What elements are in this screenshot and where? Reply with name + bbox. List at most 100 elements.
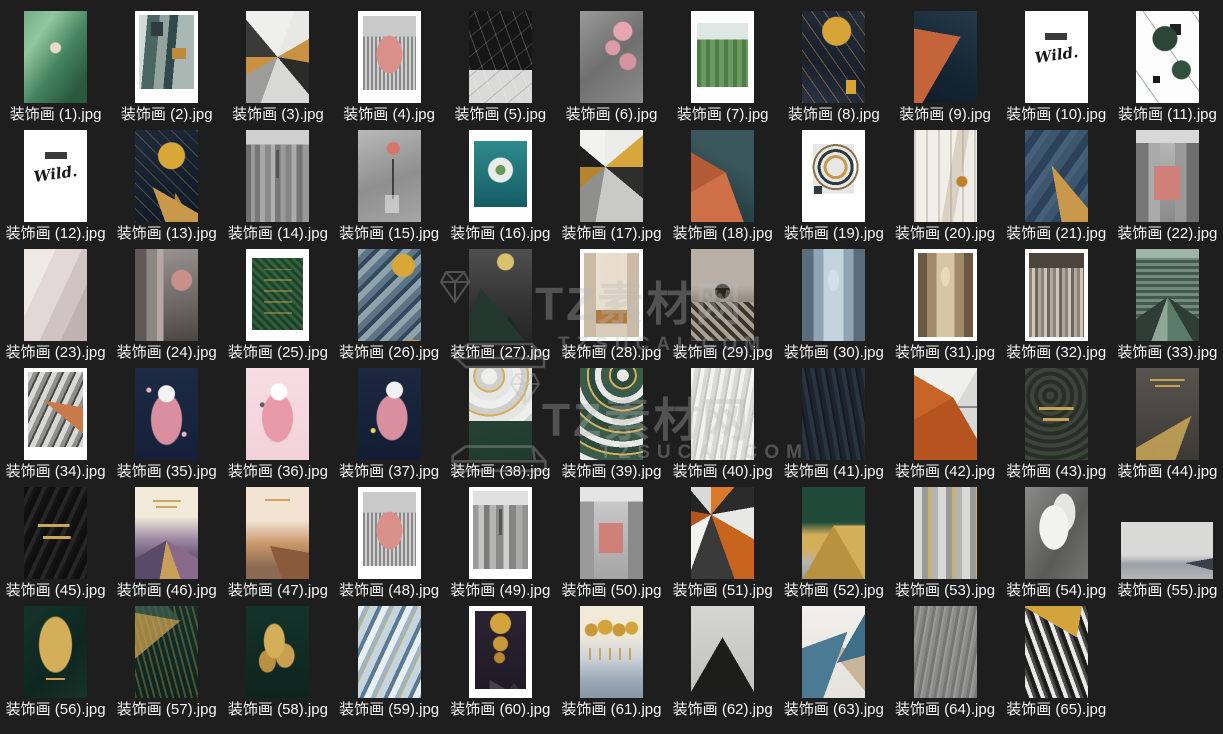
file-item[interactable]: 装饰画 (43).jpg — [1001, 363, 1112, 482]
file-thumbnail[interactable] — [913, 11, 977, 103]
file-thumbnail[interactable] — [24, 11, 88, 103]
file-item[interactable]: 装饰画 (39).jpg — [556, 363, 667, 482]
file-thumbnail[interactable] — [691, 606, 755, 698]
file-thumbnail[interactable] — [135, 130, 199, 222]
file-thumbnail[interactable] — [24, 368, 88, 460]
file-item[interactable]: 装饰画 (29).jpg — [667, 244, 778, 363]
file-thumbnail[interactable] — [468, 249, 532, 341]
file-item[interactable]: 装饰画 (60).jpg — [445, 601, 556, 720]
file-item[interactable]: 装饰画 (51).jpg — [667, 482, 778, 601]
file-item[interactable]: 装饰画 (8).jpg — [778, 6, 889, 125]
file-thumbnail[interactable] — [468, 130, 532, 222]
file-thumbnail[interactable] — [135, 11, 199, 103]
file-item[interactable]: 装饰画 (14).jpg — [222, 125, 333, 244]
file-thumbnail[interactable] — [135, 487, 199, 579]
file-thumbnail[interactable] — [579, 487, 643, 579]
file-item[interactable]: 装饰画 (17).jpg — [556, 125, 667, 244]
file-item[interactable]: 装饰画 (61).jpg — [556, 601, 667, 720]
file-thumbnail[interactable] — [24, 249, 88, 341]
file-item[interactable]: 装饰画 (56).jpg — [0, 601, 111, 720]
file-item[interactable]: 装饰画 (47).jpg — [222, 482, 333, 601]
file-thumbnail[interactable] — [913, 487, 977, 579]
file-item[interactable]: 装饰画 (6).jpg — [556, 6, 667, 125]
file-thumbnail[interactable] — [246, 487, 310, 579]
file-item[interactable]: 装饰画 (46).jpg — [111, 482, 222, 601]
file-item[interactable]: 装饰画 (20).jpg — [889, 125, 1000, 244]
file-thumbnail[interactable] — [24, 487, 88, 579]
file-item[interactable]: 装饰画 (41).jpg — [778, 363, 889, 482]
file-item[interactable]: 装饰画 (37).jpg — [334, 363, 445, 482]
file-thumbnail[interactable] — [357, 487, 421, 579]
file-thumbnail[interactable] — [691, 487, 755, 579]
file-thumbnail[interactable] — [913, 130, 977, 222]
file-item[interactable]: 装饰画 (30).jpg — [778, 244, 889, 363]
file-thumbnail[interactable] — [357, 249, 421, 341]
file-item[interactable]: 装饰画 (9).jpg — [889, 6, 1000, 125]
file-thumbnail[interactable]: Wild. — [1024, 11, 1088, 103]
file-item[interactable]: 装饰画 (28).jpg — [556, 244, 667, 363]
file-thumbnail[interactable] — [1135, 249, 1199, 341]
file-thumbnail[interactable] — [468, 487, 532, 579]
file-thumbnail[interactable] — [579, 11, 643, 103]
file-thumbnail[interactable] — [1135, 11, 1199, 103]
file-item[interactable]: 装饰画 (24).jpg — [111, 244, 222, 363]
file-item[interactable]: 装饰画 (15).jpg — [334, 125, 445, 244]
file-item[interactable]: 装饰画 (55).jpg — [1112, 482, 1223, 601]
file-item[interactable]: 装饰画 (19).jpg — [778, 125, 889, 244]
file-thumbnail[interactable] — [579, 249, 643, 341]
file-item[interactable]: 装饰画 (44).jpg — [1112, 363, 1223, 482]
file-item[interactable]: 装饰画 (53).jpg — [889, 482, 1000, 601]
file-item[interactable]: Wild. 装饰画 (12).jpg — [0, 125, 111, 244]
file-thumbnail[interactable] — [802, 606, 866, 698]
file-item[interactable]: 装饰画 (58).jpg — [222, 601, 333, 720]
file-item[interactable]: 装饰画 (2).jpg — [111, 6, 222, 125]
file-item[interactable]: 装饰画 (32).jpg — [1001, 244, 1112, 363]
file-thumbnail[interactable] — [468, 606, 532, 698]
file-thumbnail[interactable] — [691, 368, 755, 460]
file-item[interactable]: 装饰画 (36).jpg — [222, 363, 333, 482]
file-thumbnail[interactable] — [1024, 487, 1088, 579]
file-thumbnail[interactable] — [1135, 368, 1199, 460]
file-item[interactable]: 装饰画 (31).jpg — [889, 244, 1000, 363]
file-item[interactable]: 装饰画 (64).jpg — [889, 601, 1000, 720]
file-thumbnail[interactable] — [246, 11, 310, 103]
file-item[interactable]: 装饰画 (5).jpg — [445, 6, 556, 125]
file-thumbnail[interactable] — [579, 368, 643, 460]
file-thumbnail[interactable] — [135, 368, 199, 460]
file-item[interactable]: 装饰画 (40).jpg — [667, 363, 778, 482]
file-item[interactable]: 装饰画 (42).jpg — [889, 363, 1000, 482]
file-thumbnail[interactable] — [1121, 522, 1214, 579]
file-item[interactable]: 装饰画 (52).jpg — [778, 482, 889, 601]
file-thumbnail[interactable] — [802, 11, 866, 103]
file-thumbnail[interactable] — [691, 130, 755, 222]
file-item[interactable]: 装饰画 (22).jpg — [1112, 125, 1223, 244]
file-thumbnail[interactable] — [357, 368, 421, 460]
file-thumbnail[interactable] — [913, 606, 977, 698]
file-thumbnail[interactable] — [357, 130, 421, 222]
file-thumbnail[interactable] — [802, 249, 866, 341]
file-thumbnail[interactable] — [1024, 368, 1088, 460]
file-item[interactable]: 装饰画 (27).jpg — [445, 244, 556, 363]
file-thumbnail[interactable] — [1024, 249, 1088, 341]
file-item[interactable]: 装饰画 (26).jpg — [334, 244, 445, 363]
file-thumbnail[interactable] — [913, 249, 977, 341]
file-thumbnail[interactable] — [1024, 606, 1088, 698]
file-item[interactable]: 装饰画 (45).jpg — [0, 482, 111, 601]
file-thumbnail[interactable] — [246, 606, 310, 698]
file-thumbnail[interactable] — [468, 368, 532, 460]
file-item[interactable]: 装饰画 (38).jpg — [445, 363, 556, 482]
file-item[interactable]: 装饰画 (3).jpg — [222, 6, 333, 125]
file-thumbnail[interactable] — [24, 606, 88, 698]
file-item[interactable]: 装饰画 (23).jpg — [0, 244, 111, 363]
file-item[interactable]: 装饰画 (57).jpg — [111, 601, 222, 720]
file-thumbnail[interactable] — [246, 249, 310, 341]
file-thumbnail[interactable] — [246, 130, 310, 222]
file-item[interactable]: 装饰画 (65).jpg — [1001, 601, 1112, 720]
file-item[interactable]: 装饰画 (7).jpg — [667, 6, 778, 125]
file-item[interactable]: 装饰画 (63).jpg — [778, 601, 889, 720]
file-item[interactable]: 装饰画 (13).jpg — [111, 125, 222, 244]
file-thumbnail[interactable] — [135, 606, 199, 698]
file-thumbnail[interactable] — [468, 11, 532, 103]
file-item[interactable]: 装饰画 (48).jpg — [334, 482, 445, 601]
file-item[interactable]: Wild. 装饰画 (10).jpg — [1001, 6, 1112, 125]
